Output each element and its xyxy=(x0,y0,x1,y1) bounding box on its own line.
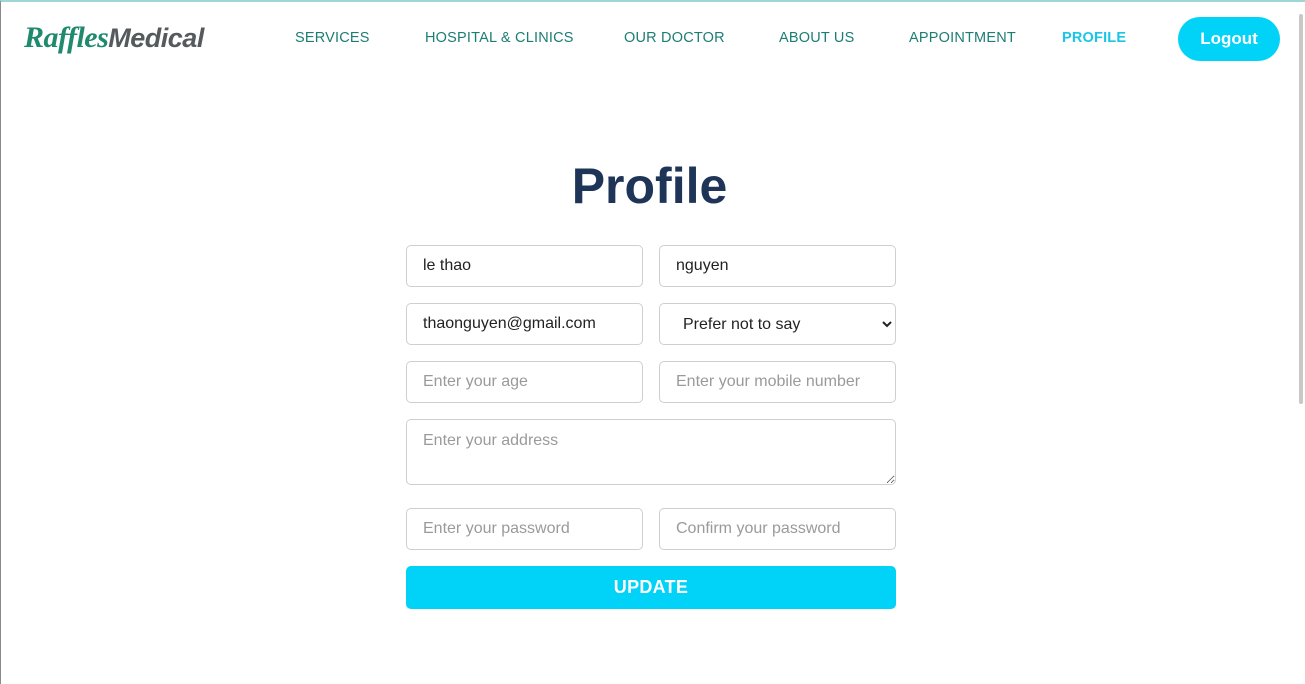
scrollbar[interactable] xyxy=(1297,2,1305,684)
brand-logo[interactable]: RafflesMedical xyxy=(24,21,204,55)
page-title: Profile xyxy=(571,158,728,214)
nav-item-services[interactable]: SERVICES xyxy=(295,30,370,46)
scrollbar-thumb[interactable] xyxy=(1299,14,1303,404)
page: RafflesMedical SERVICES HOSPITAL & CLINI… xyxy=(0,0,1305,684)
brand-logo-part2: Medical xyxy=(108,23,204,53)
update-button[interactable]: UPDATE xyxy=(406,566,896,609)
nav-item-hospital-clinics[interactable]: HOSPITAL & CLINICS xyxy=(425,30,574,46)
last-name-field[interactable] xyxy=(659,245,896,287)
nav-item-about-us[interactable]: ABOUT US xyxy=(779,30,854,46)
nav-item-profile[interactable]: PROFILE xyxy=(1062,30,1126,46)
first-name-field[interactable] xyxy=(406,245,643,287)
mobile-field[interactable] xyxy=(659,361,896,403)
confirm-password-field[interactable] xyxy=(659,508,896,550)
brand-logo-part1: Raffles xyxy=(24,21,109,54)
gender-select[interactable]: Prefer not to say xyxy=(659,303,896,345)
address-field[interactable] xyxy=(406,419,896,485)
password-field[interactable] xyxy=(406,508,643,550)
site-header: RafflesMedical SERVICES HOSPITAL & CLINI… xyxy=(1,2,1298,74)
age-field[interactable] xyxy=(406,361,643,403)
email-field[interactable] xyxy=(406,303,643,345)
nav-item-appointment[interactable]: APPOINTMENT xyxy=(909,30,1016,46)
nav-item-our-doctor[interactable]: OUR DOCTOR xyxy=(624,30,725,46)
logout-button[interactable]: Logout xyxy=(1178,17,1280,61)
